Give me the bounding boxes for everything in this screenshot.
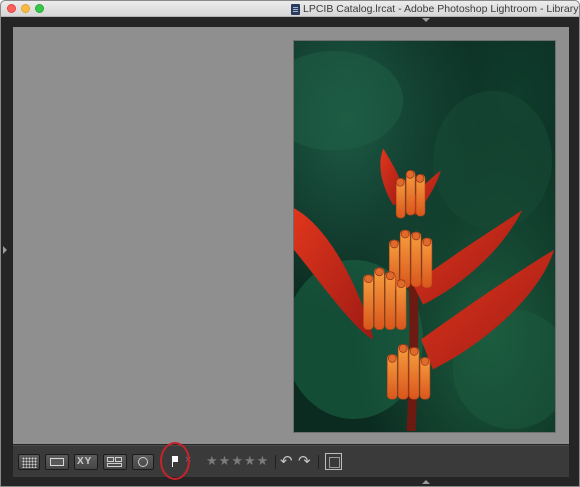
- lightroom-window: LPCIB Catalog.lrcat - Adobe Photoshop Li…: [0, 0, 580, 487]
- star-3-icon[interactable]: ★: [231, 453, 243, 469]
- close-window-button[interactable]: [7, 4, 16, 13]
- toolbar-divider: [275, 455, 276, 469]
- rotate-right-button[interactable]: ↷: [298, 452, 311, 470]
- star-rating[interactable]: ★ ★ ★ ★ ★: [206, 453, 268, 469]
- star-1-icon[interactable]: ★: [206, 453, 218, 469]
- people-view-button[interactable]: [132, 454, 154, 470]
- compare-icon: XY: [77, 456, 93, 467]
- grid-icon: [22, 457, 37, 468]
- grid-view-button[interactable]: [18, 454, 40, 470]
- star-4-icon[interactable]: ★: [244, 453, 256, 469]
- star-2-icon[interactable]: ★: [219, 453, 231, 469]
- left-panel-toggle-icon[interactable]: [3, 246, 7, 254]
- flag-callout-circle: [160, 442, 190, 480]
- people-icon: [138, 457, 148, 467]
- library-toolbar: XY × ★ ★ ★ ★ ★ ↶ ↷: [13, 445, 569, 477]
- star-5-icon[interactable]: ★: [257, 453, 269, 469]
- window-title-text: LPCIB Catalog.lrcat - Adobe Photoshop Li…: [303, 3, 579, 15]
- survey-view-button[interactable]: [103, 454, 127, 470]
- window-title: LPCIB Catalog.lrcat - Adobe Photoshop Li…: [291, 2, 578, 16]
- top-panel-toggle-icon[interactable]: [422, 18, 430, 22]
- heliconia-flower-image: [294, 50, 555, 432]
- loupe-view-button[interactable]: [45, 454, 69, 470]
- bottom-panel-toggle-icon[interactable]: [422, 480, 430, 484]
- minimize-window-button[interactable]: [21, 4, 30, 13]
- title-bar[interactable]: LPCIB Catalog.lrcat - Adobe Photoshop Li…: [1, 1, 579, 17]
- crop-icon[interactable]: [325, 453, 342, 470]
- zoom-window-button[interactable]: [35, 4, 44, 13]
- rotate-left-button[interactable]: ↶: [280, 452, 293, 470]
- compare-view-button[interactable]: XY: [74, 454, 98, 470]
- toolbar-divider: [318, 455, 319, 469]
- catalog-document-icon: [291, 3, 300, 15]
- survey-icon: [107, 457, 123, 468]
- loupe-icon: [50, 458, 64, 466]
- photo-preview[interactable]: [293, 40, 556, 433]
